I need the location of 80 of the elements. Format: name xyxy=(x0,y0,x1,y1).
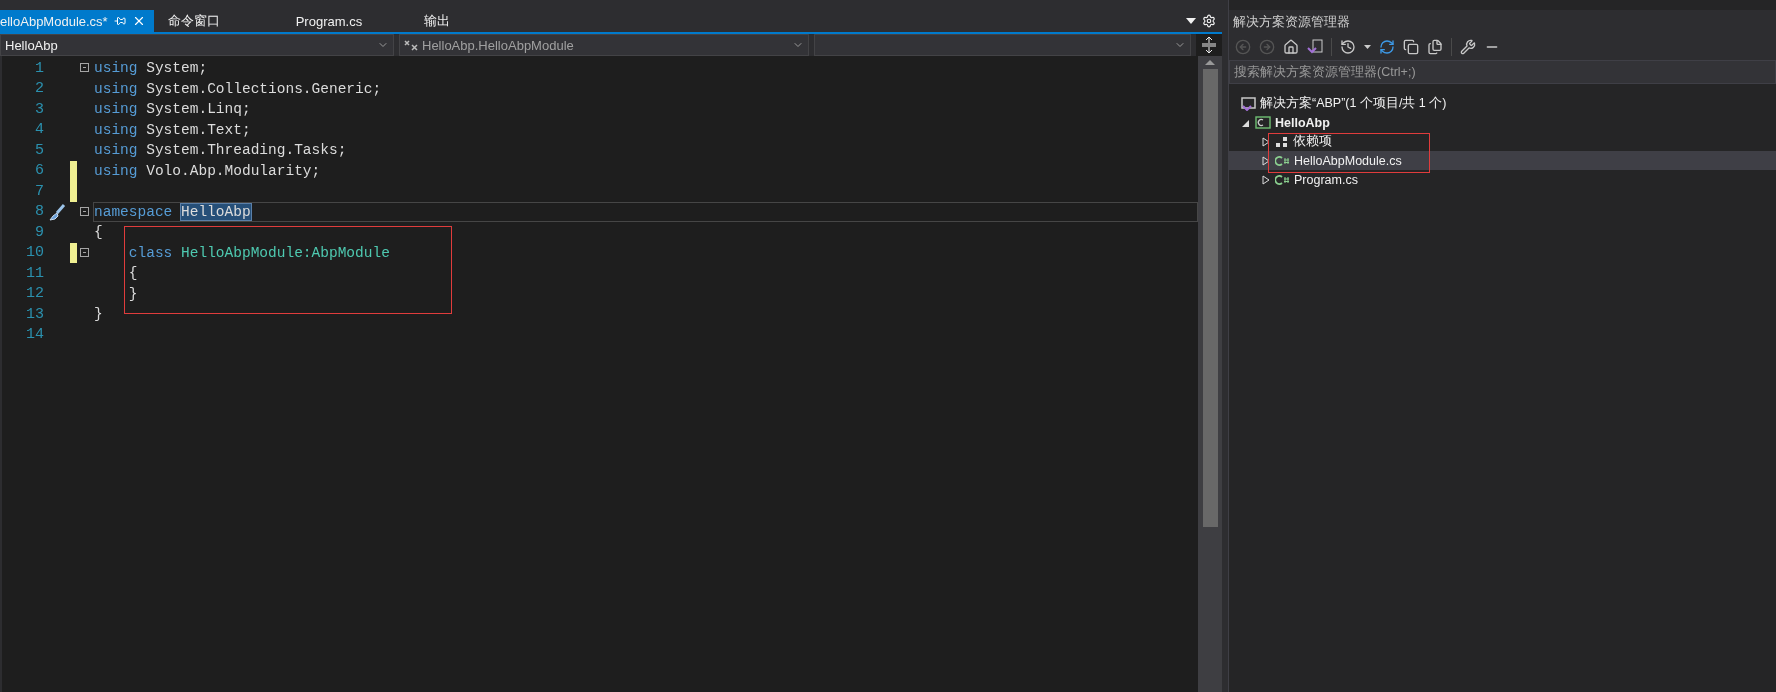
scrollbar-thumb[interactable] xyxy=(1202,69,1218,527)
code-token: System.Text; xyxy=(145,121,251,138)
history-icon[interactable] xyxy=(1340,39,1356,55)
tree-label: HelloAbp xyxy=(1275,115,1330,130)
pin-icon[interactable] xyxy=(113,15,126,27)
csharp-file-icon xyxy=(1275,154,1290,167)
line-number: 3 xyxy=(34,100,44,118)
csharp-file-icon xyxy=(1275,173,1290,186)
line-number: 12 xyxy=(25,285,44,303)
search-field[interactable]: 搜索解决方案资源管理器(Ctrl+;) xyxy=(1229,60,1776,84)
document-tab[interactable]: 输出 xyxy=(409,10,538,32)
tree-label: 解决方案“ABP”(1 个项目/共 1 个) xyxy=(1260,95,1447,112)
line-number: 1 xyxy=(34,59,44,77)
paintbrush-icon[interactable] xyxy=(47,202,67,221)
line-number: 2 xyxy=(34,80,44,98)
code-token: using xyxy=(94,142,138,159)
solution-switch-icon[interactable] xyxy=(1307,39,1323,55)
scrollbar[interactable] xyxy=(1198,56,1222,692)
collapse-all-icon[interactable] xyxy=(1403,39,1419,55)
line-number: 7 xyxy=(34,182,44,200)
collapse-icon[interactable] xyxy=(80,63,89,72)
refresh-icon[interactable] xyxy=(1379,39,1395,55)
project-dropdown[interactable]: HelloAbp xyxy=(0,34,394,56)
code-token: using xyxy=(94,121,138,138)
collapse-icon[interactable] xyxy=(80,206,89,216)
wrench-icon[interactable] xyxy=(1460,39,1476,55)
tree-label: Program.cs xyxy=(1294,172,1358,187)
home-icon[interactable] xyxy=(1283,39,1299,55)
show-all-files-icon[interactable] xyxy=(1427,39,1443,55)
code-token: } xyxy=(127,285,138,302)
line-number: 13 xyxy=(25,305,44,323)
solution-icon xyxy=(1241,96,1256,111)
code-token: using xyxy=(94,101,138,118)
tree-label: HelloAbpModule.cs xyxy=(1294,153,1402,168)
code-token: using xyxy=(94,60,138,77)
code-token: class xyxy=(127,244,173,261)
document-tab[interactable]: Program.cs xyxy=(281,10,410,32)
code-token: HelloAbpModule:AbpModule xyxy=(180,244,390,261)
line-number: 10 xyxy=(25,244,44,262)
code-token: { xyxy=(127,265,138,282)
tree-label: 依赖项 xyxy=(1293,133,1332,150)
collapsed-triangle-icon[interactable] xyxy=(1261,155,1271,166)
class-icon xyxy=(404,39,418,51)
tree-item[interactable]: 解决方案“ABP”(1 个项目/共 1 个) xyxy=(1229,94,1776,113)
tree-item[interactable]: Program.cs xyxy=(1229,170,1776,189)
line-number: 5 xyxy=(34,141,44,159)
document-tab[interactable]: elloAbpModule.cs* xyxy=(0,10,154,32)
line-number: 6 xyxy=(34,162,44,180)
scroll-up-icon[interactable] xyxy=(1205,60,1215,65)
tree-item[interactable]: 依赖项 xyxy=(1229,132,1776,151)
collapsed-triangle-icon[interactable] xyxy=(1261,174,1271,185)
settings-icon[interactable] xyxy=(1202,14,1216,28)
code-token: { xyxy=(94,224,103,241)
tree-item[interactable]: HelloAbpModule.cs xyxy=(1229,151,1776,170)
code-token: namespace xyxy=(94,203,174,220)
code-token: Volo.Abp.Modularity; xyxy=(145,162,321,179)
code-token: System.Threading.Tasks; xyxy=(145,142,347,159)
dependencies-icon xyxy=(1275,135,1289,148)
type-dropdown[interactable]: HelloAbp.HelloAbpModule xyxy=(399,34,809,56)
collapsed-triangle-icon[interactable] xyxy=(1261,136,1271,147)
line-number: 4 xyxy=(34,121,44,139)
code-token: using xyxy=(94,80,138,97)
panel-title: 解决方案资源管理器 xyxy=(1229,10,1776,34)
code-token: } xyxy=(94,306,103,323)
line-number: 9 xyxy=(34,223,44,241)
line-number: 8 xyxy=(34,203,44,221)
code-token: System.Linq; xyxy=(145,101,251,118)
project-icon xyxy=(1255,116,1271,129)
selected-text: HelloAbp xyxy=(181,203,251,220)
document-tab[interactable]: 命令窗口 xyxy=(153,10,282,32)
code-token: using xyxy=(94,162,138,179)
dropdown-caret-icon[interactable] xyxy=(1186,18,1196,24)
line-number: 14 xyxy=(25,326,44,344)
code-token: System; xyxy=(145,60,208,77)
code-token: System.Collections.Generic; xyxy=(145,80,382,97)
split-window-button[interactable] xyxy=(1196,34,1222,56)
caret-icon[interactable] xyxy=(1364,45,1371,49)
collapse-icon[interactable] xyxy=(80,247,89,257)
tree-item[interactable]: HelloAbp xyxy=(1229,113,1776,132)
line-number: 11 xyxy=(25,264,44,282)
